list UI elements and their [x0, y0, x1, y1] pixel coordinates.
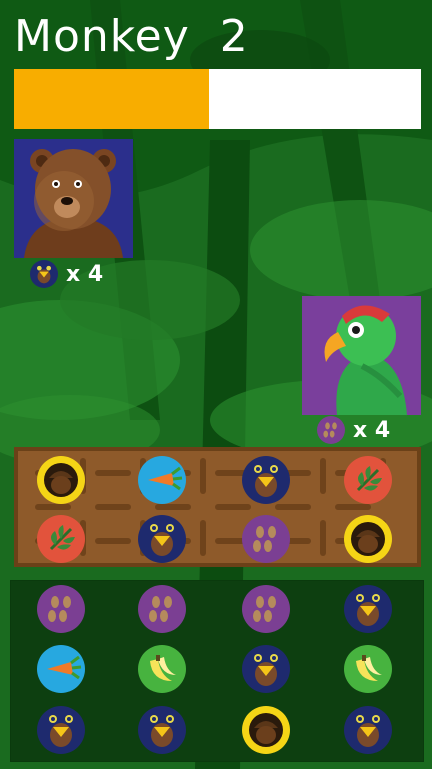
moth-icon	[242, 645, 290, 693]
seeds-icon	[242, 515, 290, 563]
crate-tile[interactable]	[344, 515, 392, 563]
grid-tile[interactable]	[242, 706, 290, 754]
seeds-icon	[138, 585, 186, 633]
bear-order-count: x 4	[66, 261, 104, 287]
moth-icon	[138, 706, 186, 754]
crate-tile[interactable]	[37, 515, 85, 563]
crate-tile[interactable]	[37, 456, 85, 504]
moth-icon	[37, 706, 85, 754]
moth-icon	[30, 260, 58, 288]
crate-tile[interactable]	[138, 515, 186, 563]
acorn-icon	[344, 515, 392, 563]
level-progress-bar	[14, 69, 421, 129]
grid-tile[interactable]	[37, 645, 85, 693]
grid-tile[interactable]	[344, 585, 392, 633]
grid-tile[interactable]	[344, 706, 392, 754]
grid-tile[interactable]	[242, 645, 290, 693]
moth-icon	[344, 706, 392, 754]
banana-icon	[344, 645, 392, 693]
parrot-customer-portrait[interactable]	[302, 296, 421, 415]
carrot-icon	[37, 645, 85, 693]
level-title: Monkey 2	[14, 11, 249, 62]
grid-tile[interactable]	[138, 585, 186, 633]
seeds-icon	[242, 585, 290, 633]
bear-customer-portrait[interactable]	[14, 139, 133, 258]
parrot-order: x 4	[317, 415, 390, 445]
grid-tile[interactable]	[344, 645, 392, 693]
moth-icon	[138, 515, 186, 563]
crate-tile[interactable]	[242, 456, 290, 504]
carrot-icon	[138, 456, 186, 504]
parrot-order-count: x 4	[353, 417, 391, 443]
moth-icon	[344, 585, 392, 633]
acorn-icon	[242, 706, 290, 754]
crate-tile[interactable]	[242, 515, 290, 563]
grid-tile[interactable]	[37, 585, 85, 633]
parrot-icon	[302, 296, 421, 415]
crate-tile[interactable]	[138, 456, 186, 504]
seeds-icon	[37, 585, 85, 633]
bear-icon	[14, 139, 133, 258]
grid-tile[interactable]	[242, 585, 290, 633]
grid-tile[interactable]	[37, 706, 85, 754]
acorn-icon	[37, 456, 85, 504]
moth-icon	[242, 456, 290, 504]
leaf-icon	[344, 456, 392, 504]
bear-order: x 4	[30, 259, 103, 289]
seeds-icon	[317, 416, 345, 444]
banana-icon	[138, 645, 186, 693]
crate-tile[interactable]	[344, 456, 392, 504]
grid-tile[interactable]	[138, 706, 186, 754]
grid-tile[interactable]	[138, 645, 186, 693]
leaf-icon	[37, 515, 85, 563]
level-progress-fill	[14, 69, 210, 129]
